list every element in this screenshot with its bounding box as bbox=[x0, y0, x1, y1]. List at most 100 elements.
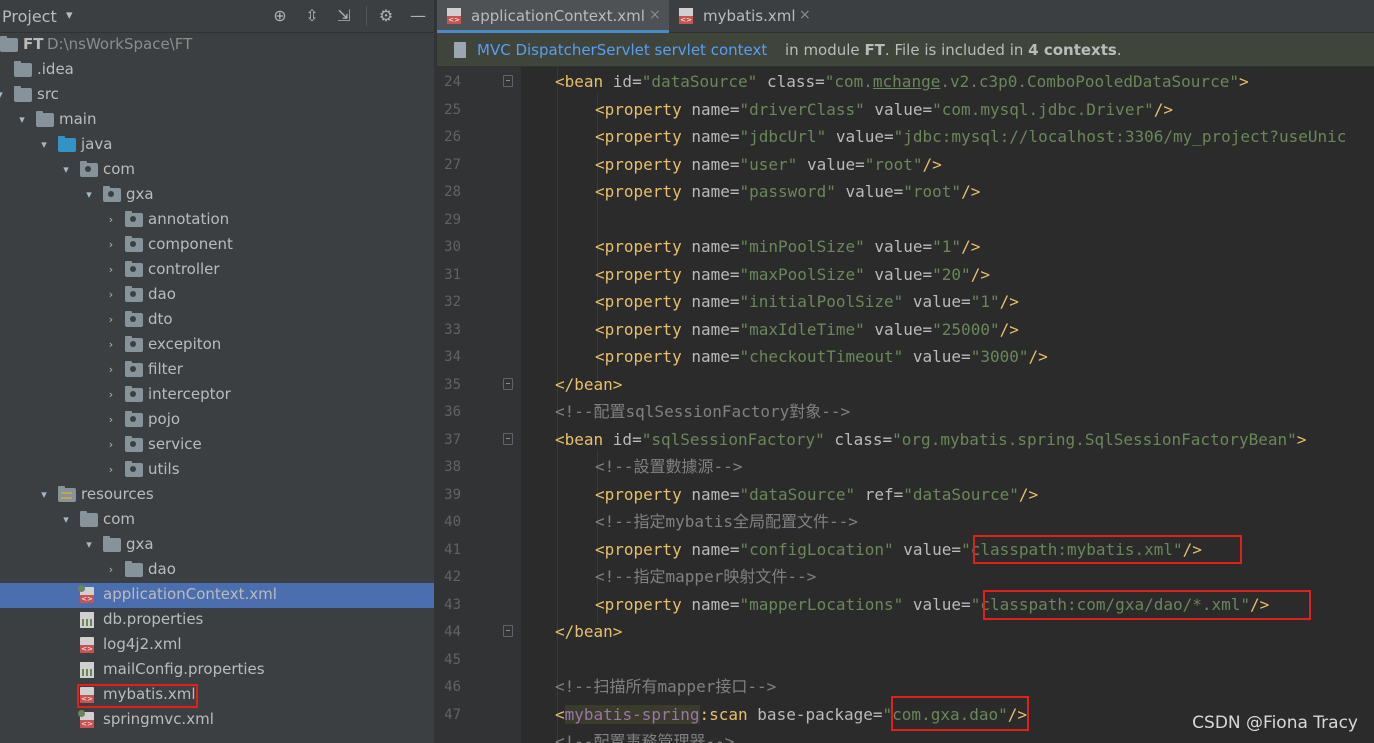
package-dot bbox=[130, 291, 136, 297]
chevron-right-icon[interactable]: › bbox=[105, 562, 117, 578]
chevron-right-icon[interactable]: › bbox=[105, 387, 117, 403]
folder-icon bbox=[0, 36, 18, 52]
tree-row[interactable]: ▾ src bbox=[0, 83, 434, 108]
code-line-42: <!--指定mapper映射文件--> bbox=[595, 567, 817, 586]
code-line-40: <!--指定mybatis全局配置文件--> bbox=[595, 512, 858, 531]
chevron-down-icon[interactable]: ▾ bbox=[60, 162, 72, 178]
folder-icon bbox=[125, 561, 143, 577]
chevron-down-icon[interactable]: ▾ bbox=[38, 137, 50, 153]
line-number: 47 bbox=[444, 706, 461, 723]
package-icon bbox=[125, 461, 143, 477]
chevron-right-icon[interactable]: › bbox=[105, 287, 117, 303]
xml-file-icon bbox=[80, 637, 94, 653]
chevron-right-icon[interactable]: › bbox=[105, 362, 117, 378]
fold-toggle-icon[interactable] bbox=[503, 432, 513, 445]
tree-row[interactable]: .idea bbox=[0, 58, 434, 83]
tree-row[interactable]: › interceptor bbox=[0, 383, 434, 408]
tree-row[interactable]: mailConfig.properties bbox=[0, 658, 434, 683]
line-number: 38 bbox=[444, 459, 461, 475]
file-icon bbox=[454, 42, 466, 58]
tree-row[interactable]: ▾ gxa bbox=[0, 533, 434, 558]
tree-row[interactable]: db.properties bbox=[0, 608, 434, 633]
fold-toggle-icon[interactable] bbox=[503, 625, 513, 637]
line-number: 25 bbox=[444, 101, 461, 118]
chevron-right-icon[interactable]: › bbox=[105, 412, 117, 428]
tree-row[interactable]: › utils bbox=[0, 458, 434, 483]
tree-row[interactable]: springmvc.xml bbox=[0, 708, 434, 733]
chevron-right-icon[interactable]: › bbox=[105, 237, 117, 253]
fold-toggle-icon[interactable] bbox=[503, 75, 513, 87]
chevron-right-icon[interactable]: › bbox=[105, 312, 117, 328]
line-number: 43 bbox=[444, 596, 461, 613]
close-icon[interactable]: × bbox=[649, 7, 661, 23]
chevron-down-icon[interactable]: ▾ bbox=[16, 112, 28, 128]
tree-item-label: gxa bbox=[126, 185, 154, 203]
source-folder-icon bbox=[58, 136, 76, 152]
line-number-gutter[interactable]: 24 25 26 27 28 29 30 31 32 33 34 35 36 37 38 39 40 41 42 43… bbox=[437, 67, 521, 743]
tree-row[interactable]: › dao bbox=[0, 558, 434, 583]
code-line-27: <property name="user" value="root"/> bbox=[595, 155, 942, 174]
chevron-right-icon[interactable]: › bbox=[105, 337, 117, 353]
chevron-right-icon[interactable]: › bbox=[105, 212, 117, 228]
tree-row[interactable]: ▾ java bbox=[0, 133, 434, 158]
line-number: 45 bbox=[444, 651, 461, 668]
tree-row[interactable]: applicationContext.xml bbox=[0, 583, 434, 608]
expand-all-icon[interactable]: ⇳ bbox=[302, 6, 322, 26]
tree-row[interactable]: log4j2.xml bbox=[0, 633, 434, 658]
code-line-43: <property name="mapperLocations" value="… bbox=[595, 595, 1270, 614]
tree-row[interactable]: › excepiton bbox=[0, 333, 434, 358]
tree-row[interactable]: ▾ com bbox=[0, 158, 434, 183]
collapse-all-icon[interactable]: ⇲ bbox=[334, 6, 354, 26]
tree-row[interactable]: › dto bbox=[0, 308, 434, 333]
target-icon[interactable]: ⊕ bbox=[270, 6, 290, 26]
folder-icon bbox=[36, 111, 54, 127]
tree-row[interactable]: mybatis.xml bbox=[0, 683, 434, 708]
line-number: 26 bbox=[444, 129, 461, 145]
chevron-down-icon[interactable]: ▾ bbox=[0, 87, 6, 103]
close-icon[interactable]: × bbox=[799, 7, 811, 23]
tree-item-label: applicationContext.xml bbox=[103, 585, 277, 603]
folder-icon bbox=[14, 61, 32, 77]
chevron-down-icon[interactable]: ▾ bbox=[60, 512, 72, 528]
tree-row[interactable]: ▾ gxa bbox=[0, 183, 434, 208]
package-dot bbox=[130, 466, 136, 472]
tree-item-label: log4j2.xml bbox=[103, 635, 182, 653]
tree-row[interactable]: FT D:\nsWorkSpace\FT bbox=[0, 33, 434, 58]
chevron-right-icon[interactable]: › bbox=[105, 437, 117, 453]
spring-xml-file-icon bbox=[78, 710, 94, 728]
tree-row[interactable]: ▾ main bbox=[0, 108, 434, 133]
code-line-33: <property name="maxIdleTime" value="2500… bbox=[595, 320, 1019, 339]
chevron-down-icon[interactable]: ▾ bbox=[66, 8, 73, 23]
code-line-36: <!--配置sqlSessionFactory對象--> bbox=[555, 402, 851, 421]
tree-row[interactable]: › controller bbox=[0, 258, 434, 283]
package-dot bbox=[130, 366, 136, 372]
tree-row[interactable]: › dao bbox=[0, 283, 434, 308]
tree-item-label: main bbox=[59, 110, 97, 128]
chevron-down-icon[interactable]: ▾ bbox=[83, 187, 95, 203]
chevron-down-icon[interactable]: ▾ bbox=[38, 487, 50, 503]
line-number: 40 bbox=[444, 514, 461, 530]
tree-row[interactable]: › pojo bbox=[0, 408, 434, 433]
chevron-right-icon[interactable]: › bbox=[105, 462, 117, 478]
resources-folder-icon bbox=[58, 486, 76, 502]
tab-applicationcontext-xml[interactable]: applicationContext.xml × bbox=[437, 0, 669, 33]
tree-row[interactable]: › component bbox=[0, 233, 434, 258]
tree-row[interactable]: ▾ com bbox=[0, 508, 434, 533]
line-number: 28 bbox=[444, 184, 461, 200]
code-text-area[interactable]: <bean id="dataSource" class="com.mchange… bbox=[521, 67, 1374, 743]
tree-row[interactable]: › filter bbox=[0, 358, 434, 383]
tree-item-label: controller bbox=[148, 260, 220, 278]
fold-toggle-icon[interactable] bbox=[503, 377, 513, 390]
tree-row[interactable]: › service bbox=[0, 433, 434, 458]
tree-row[interactable]: › annotation bbox=[0, 208, 434, 233]
tree-item-label: service bbox=[148, 435, 202, 453]
hide-icon[interactable]: — bbox=[408, 6, 428, 26]
chevron-right-icon[interactable]: › bbox=[105, 262, 117, 278]
tab-mybatis-xml[interactable]: mybatis.xml × bbox=[669, 0, 819, 33]
line-number: 27 bbox=[444, 156, 461, 173]
gear-icon[interactable]: ⚙ bbox=[376, 6, 396, 26]
chevron-down-icon[interactable]: ▾ bbox=[83, 537, 95, 553]
context-link[interactable]: MVC DispatcherServlet servlet context bbox=[477, 41, 767, 59]
panel-title[interactable]: Project bbox=[2, 7, 57, 26]
tree-row[interactable]: ▾ resources bbox=[0, 483, 434, 508]
